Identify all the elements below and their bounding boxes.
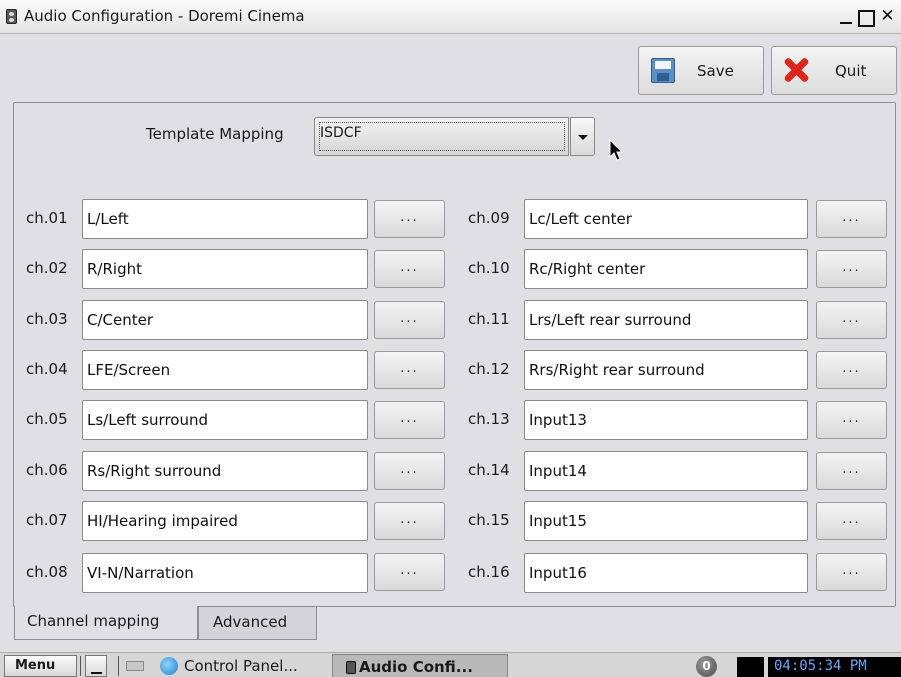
channel-label: ch.15 [468,511,510,529]
channel-input[interactable]: Rrs/Right rear surround [524,350,808,390]
channel-value: Input15 [529,512,587,530]
channel-browse-button[interactable]: ... [816,200,887,238]
channel-value: Lrs/Left rear surround [529,311,692,329]
channel-browse-button[interactable]: ... [816,401,887,439]
channel-value: HI/Hearing impaired [87,512,238,530]
speaker-icon [346,661,356,674]
channel-label: ch.14 [468,461,510,479]
quit-button[interactable]: Quit [771,46,897,95]
channel-value: Input16 [529,564,587,582]
floppy-disk-icon [651,58,675,83]
channel-input[interactable]: LFE/Screen [82,350,368,390]
dropdown-arrow-icon[interactable] [570,117,595,156]
taskbar-separator [118,656,119,676]
channel-label: ch.13 [468,410,510,428]
taskbar-separator [80,656,81,676]
channel-input[interactable]: Rs/Right surround [82,451,368,491]
channel-value: R/Right [87,260,142,278]
tab-channel-mapping[interactable]: Channel mapping [14,606,198,640]
red-x-icon [782,56,810,84]
channel-input[interactable]: VI-N/Narration [82,553,368,593]
channel-label: ch.02 [26,259,68,277]
tab-advanced[interactable]: Advanced [198,607,317,640]
channel-browse-button[interactable]: ... [816,502,887,540]
channel-value: Rrs/Right rear surround [529,361,705,379]
title-bar: Audio Configuration - Doremi Cinema ✕ [0,0,901,34]
channel-browse-button[interactable]: ... [816,301,887,339]
channel-label: ch.12 [468,360,510,378]
taskbar-clock: 04:05:34 PM [768,657,901,677]
control-panel-icon [160,657,178,675]
tab-label: Advanced [213,613,288,631]
notification-badge-icon[interactable]: 0 [696,656,717,677]
channel-browse-button[interactable]: ... [816,250,887,288]
window-title: Audio Configuration - Doremi Cinema [24,7,305,25]
show-desktop-button[interactable] [85,655,107,677]
channel-browse-button[interactable]: ... [374,553,445,591]
channel-label: ch.06 [26,461,68,479]
channel-label: ch.16 [468,563,510,581]
channel-browse-button[interactable]: ... [374,401,445,439]
channel-input[interactable]: Input16 [524,553,808,593]
channel-label: ch.01 [26,209,68,227]
channel-input[interactable]: Rc/Right center [524,249,808,289]
channel-value: Lc/Left center [529,210,632,228]
tray-indicator [737,657,764,677]
close-button[interactable]: ✕ [878,8,897,27]
channel-input[interactable]: HI/Hearing impaired [82,501,368,541]
channel-input[interactable]: C/Center [82,300,368,340]
channel-input[interactable]: L/Left [82,199,368,239]
channel-value: Rs/Right surround [87,462,222,480]
channel-browse-button[interactable]: ... [816,553,887,591]
channel-value: Rc/Right center [529,260,646,278]
channel-label: ch.05 [26,410,68,428]
channel-value: C/Center [87,311,154,329]
channel-label: ch.11 [468,310,510,328]
channel-input[interactable]: Input15 [524,501,808,541]
channel-label: ch.04 [26,360,68,378]
channel-input[interactable]: Lrs/Left rear surround [524,300,808,340]
channel-browse-button[interactable]: ... [374,250,445,288]
channel-browse-button[interactable]: ... [374,502,445,540]
window-controls: ✕ [836,8,897,27]
minimize-button[interactable] [836,8,855,27]
channel-value: Input14 [529,462,587,480]
channel-browse-button[interactable]: ... [816,452,887,490]
template-mapping-label: Template Mapping [146,125,284,143]
channel-label: ch.10 [468,259,510,277]
channel-value: LFE/Screen [87,361,171,379]
channel-input[interactable]: Lc/Left center [524,199,808,239]
channel-label: ch.09 [468,209,510,227]
channel-label: ch.08 [26,563,68,581]
template-mapping-value: ISDCF [320,125,362,141]
template-mapping-value-box[interactable]: ISDCF [314,117,569,156]
channel-browse-button[interactable]: ... [374,351,445,389]
channel-value: Input13 [529,411,587,429]
taskbar-task-audio-config[interactable]: Audio Confi... [332,654,508,677]
channel-value: VI-N/Narration [87,564,194,582]
channel-browse-button[interactable]: ... [374,200,445,238]
taskbar-menu-button[interactable]: Menu [4,655,77,677]
tab-label: Channel mapping [27,612,160,630]
speaker-icon [6,9,17,24]
quit-button-label: Quit [835,62,867,80]
channel-value: Ls/Left surround [87,411,208,429]
channel-value: L/Left [87,210,129,228]
channel-input[interactable]: R/Right [82,249,368,289]
template-mapping-dropdown[interactable]: ISDCF [314,117,595,156]
keyboard-icon[interactable] [126,661,144,671]
save-button[interactable]: Save [638,46,764,95]
channel-label: ch.03 [26,310,68,328]
taskbar: Menu Control Panel... Audio Confi... 0 0… [0,652,901,677]
channel-browse-button[interactable]: ... [374,301,445,339]
channel-input[interactable]: Input13 [524,400,808,440]
taskbar-task-control-panel[interactable]: Control Panel... [158,654,328,677]
channel-input[interactable]: Ls/Left surround [82,400,368,440]
channel-label: ch.07 [26,511,68,529]
channel-browse-button[interactable]: ... [374,452,445,490]
save-button-label: Save [697,62,734,80]
maximize-button[interactable] [857,8,876,27]
channel-browse-button[interactable]: ... [816,351,887,389]
channel-input[interactable]: Input14 [524,451,808,491]
